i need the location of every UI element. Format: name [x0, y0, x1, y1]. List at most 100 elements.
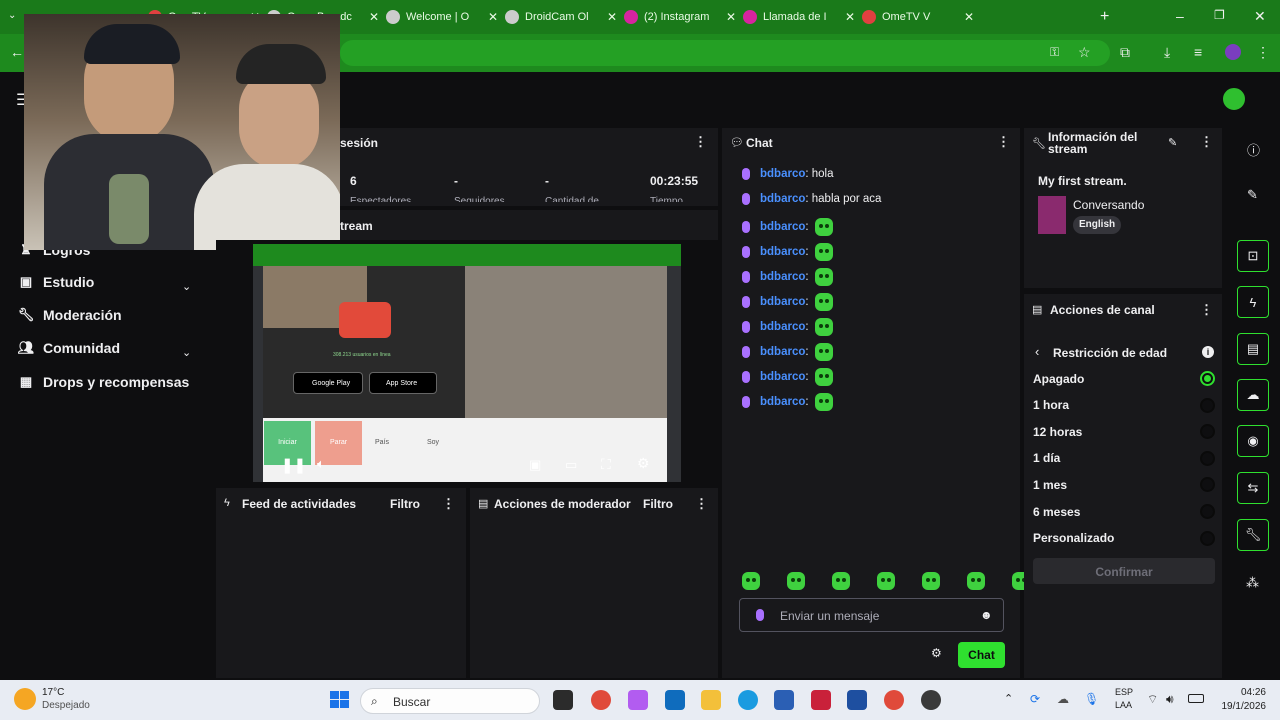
chat-menu-icon[interactable]: ⋮ — [997, 134, 1010, 150]
taskbar-app-word-icon[interactable] — [774, 690, 794, 710]
tab-close-icon[interactable]: ✕ — [369, 10, 379, 24]
taskbar-app-edge-icon[interactable] — [738, 690, 758, 710]
taskbar-app-store-icon[interactable] — [847, 690, 867, 710]
rail-raid-icon[interactable]: ⇆ — [1237, 472, 1269, 504]
tab-search-icon[interactable]: ⌄ — [8, 10, 16, 21]
profile-avatar[interactable] — [1225, 44, 1241, 60]
radio-button[interactable] — [1200, 371, 1215, 386]
taskbar-search-box[interactable]: ⌕ Buscar — [360, 688, 540, 714]
taskbar-app-mcafee-icon[interactable] — [811, 690, 831, 710]
age-restriction-option[interactable]: Personalizado — [1033, 530, 1215, 546]
rail-chat-icon[interactable]: ☁ — [1237, 379, 1269, 411]
tray-language-layout[interactable]: LAA — [1115, 700, 1132, 710]
info-icon[interactable]: i — [1202, 346, 1214, 358]
windows-start-icon[interactable] — [330, 691, 350, 709]
browser-tab[interactable]: DroidCam Ol ✕ — [505, 6, 617, 28]
theatre-icon[interactable]: ▭ — [565, 457, 577, 473]
age-restriction-option[interactable]: 12 horas — [1033, 424, 1215, 440]
chat-username[interactable]: bdbarco — [760, 371, 805, 383]
activity-feed-menu-icon[interactable]: ⋮ — [442, 496, 455, 512]
radio-button[interactable] — [1200, 477, 1215, 493]
radio-button[interactable] — [1200, 397, 1215, 413]
chat-send-button[interactable]: Chat — [958, 642, 1005, 668]
chat-username[interactable]: bdbarco — [760, 396, 805, 408]
tray-language[interactable]: ESP — [1115, 687, 1133, 697]
chat-username[interactable]: bdbarco — [760, 271, 805, 283]
rail-clip-icon[interactable]: ⊡ — [1237, 240, 1269, 272]
address-bar[interactable] — [340, 40, 1110, 66]
browser-tab[interactable]: (2) Instagram ✕ — [624, 6, 736, 28]
taskbar-app-copilot-icon[interactable] — [628, 690, 648, 710]
minimize-icon[interactable]: – — [1176, 8, 1184, 24]
chat-settings-icon[interactable]: ⚙ — [931, 646, 942, 660]
tray-wifi-icon[interactable]: ⌔ — [1147, 692, 1158, 707]
emote-shortcut-icon[interactable] — [787, 572, 805, 590]
chat-username[interactable]: bdbarco — [760, 193, 805, 205]
taskbar-app-chrome-active-icon[interactable] — [884, 690, 904, 710]
chat-username[interactable]: bdbarco — [760, 246, 805, 258]
chat-username[interactable]: bdbarco — [760, 296, 805, 308]
radio-button[interactable] — [1200, 424, 1215, 440]
chevron-down-icon[interactable]: ⌄ — [182, 280, 191, 293]
tab-close-icon[interactable]: ✕ — [726, 10, 736, 24]
download-icon[interactable]: ⤓ — [1164, 44, 1170, 61]
mod-actions-menu-icon[interactable]: ⋮ — [695, 496, 708, 512]
tray-mic-icon[interactable]: 🎙︎ — [1084, 692, 1099, 706]
radio-button[interactable] — [1200, 450, 1215, 466]
tab-close-icon[interactable]: ✕ — [845, 10, 855, 24]
confirm-button[interactable]: Confirmar — [1033, 558, 1215, 584]
clock-date[interactable]: 19/1/2026 — [1216, 701, 1267, 712]
emote-shortcut-icon[interactable] — [967, 572, 985, 590]
pip-icon[interactable]: ▣ — [529, 457, 541, 473]
rail-wrench-icon[interactable]: 🔧︎ — [1237, 519, 1269, 551]
taskbar-app-chrome-icon[interactable] — [591, 690, 611, 710]
age-restriction-option[interactable]: 1 hora — [1033, 397, 1215, 413]
channel-actions-menu-icon[interactable]: ⋮ — [1200, 302, 1213, 318]
tab-close-icon[interactable]: ✕ — [964, 10, 974, 24]
tray-battery-icon[interactable] — [1188, 694, 1204, 703]
settings-gear-icon[interactable]: ⚙ — [637, 455, 650, 472]
volume-icon[interactable]: 🔈︎ — [317, 456, 325, 472]
back-icon[interactable]: ← — [10, 44, 24, 60]
taskbar-app-outlook-icon[interactable] — [665, 690, 685, 710]
close-window-icon[interactable]: ✕ — [1254, 8, 1266, 25]
browser-tab[interactable]: Llamada de I ✕ — [743, 6, 855, 28]
radio-button[interactable] — [1200, 530, 1215, 546]
sidebar-item[interactable]: 👥︎ Comunidad — [16, 340, 120, 356]
new-tab-button[interactable]: + — [1100, 8, 1109, 26]
rail-notes-icon[interactable]: ▤ — [1237, 333, 1269, 365]
taskbar-app-obs-icon[interactable] — [921, 690, 941, 710]
fullscreen-icon[interactable]: ⛶ — [601, 456, 611, 473]
emote-shortcut-icon[interactable] — [832, 572, 850, 590]
rail-add-icon[interactable]: ⁂ — [1246, 575, 1259, 591]
activity-feed-filter[interactable]: Filtro — [390, 497, 420, 511]
age-restriction-option[interactable]: 1 día — [1033, 450, 1215, 466]
browser-menu-icon[interactable]: ⋮ — [1256, 44, 1270, 61]
maximize-icon[interactable]: ❐ — [1214, 8, 1225, 22]
chat-username[interactable]: bdbarco — [760, 321, 805, 333]
chat-input-box[interactable]: Enviar un mensaje ☻ — [739, 598, 1004, 632]
age-restriction-option[interactable]: Apagado — [1033, 371, 1215, 386]
chat-username[interactable]: bdbarco — [760, 221, 805, 233]
chat-username[interactable]: bdbarco — [760, 168, 805, 180]
sidebar-item[interactable]: ▦ Drops y recompensas — [16, 374, 189, 390]
tray-chevron-icon[interactable]: ⌃ — [1004, 692, 1013, 705]
tray-cloud-icon[interactable]: ☁ — [1057, 692, 1069, 706]
session-menu-icon[interactable]: ⋮ — [694, 134, 707, 150]
browser-tab[interactable]: OmeTV V ✕ — [862, 6, 974, 28]
back-chevron-icon[interactable]: ‹ — [1035, 344, 1039, 359]
tab-close-icon[interactable]: ✕ — [488, 10, 498, 24]
taskbar-app-terminal-icon[interactable] — [553, 690, 573, 710]
bookmark-star-icon[interactable]: ☆ — [1078, 44, 1091, 61]
rail-lightning-icon[interactable]: ϟ — [1237, 286, 1269, 318]
rail-broadcast-icon[interactable]: ◉ — [1237, 425, 1269, 457]
chevron-down-icon[interactable]: ⌄ — [182, 346, 191, 359]
sidebar-item[interactable]: 🔧︎ Moderación — [16, 307, 122, 323]
rail-edit-icon[interactable]: ✎ — [1247, 187, 1258, 203]
taskbar-app-explorer-icon[interactable] — [701, 690, 721, 710]
extensions-icon[interactable]: ⧉ — [1120, 44, 1130, 61]
emote-shortcut-icon[interactable] — [742, 572, 760, 590]
stream-video[interactable]: 308.213 usuarios en línea Google Play Ap… — [253, 244, 681, 482]
clock-time[interactable]: 04:26 — [1222, 687, 1266, 698]
sidebar-item[interactable]: ▣ Estudio — [16, 274, 95, 290]
